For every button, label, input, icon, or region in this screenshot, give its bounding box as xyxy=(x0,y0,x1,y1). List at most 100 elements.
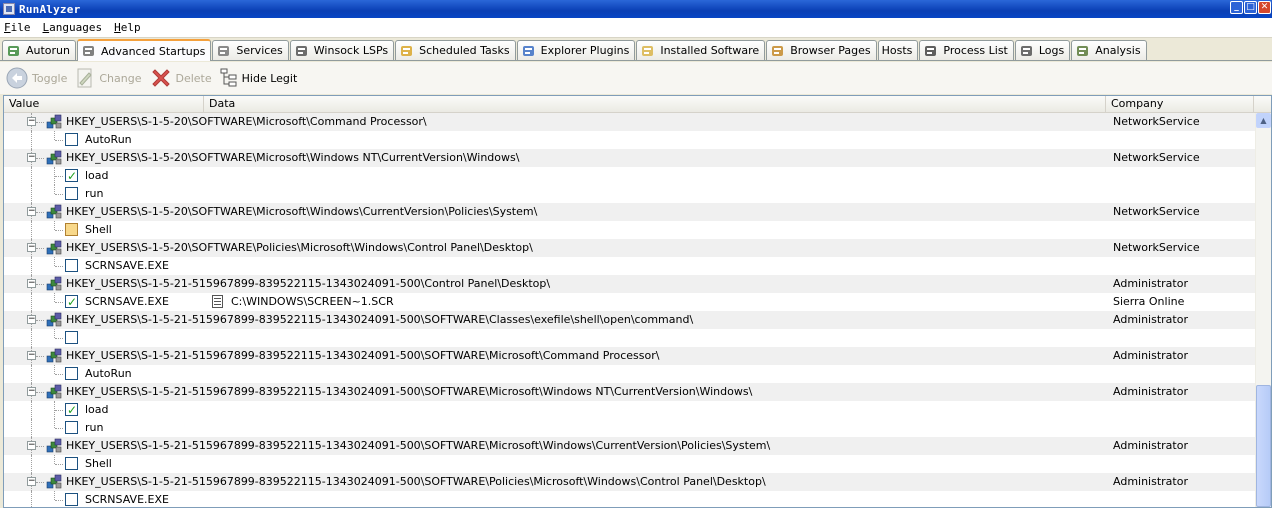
company-cell: NetworkService xyxy=(1113,115,1200,128)
column-header-value[interactable]: Value xyxy=(4,96,204,112)
maximize-button[interactable]: □ xyxy=(1244,1,1257,14)
tab-browser-pages[interactable]: Browser Pages xyxy=(766,40,877,60)
tab-logs[interactable]: Logs xyxy=(1014,40,1071,60)
registry-key-row[interactable]: − HKEY_USERS\S-1-5-20\SOFTWARE\Microsoft\… xyxy=(4,149,1256,167)
registry-value-row[interactable]: Shell xyxy=(4,221,1256,239)
registry-key-row[interactable]: − HKEY_USERS\S-1-5-20\SOFTWARE\Microsoft\… xyxy=(4,203,1256,221)
vertical-scrollbar[interactable]: ▲ xyxy=(1255,113,1271,507)
tree-line xyxy=(31,185,32,203)
delete-button[interactable]: Delete xyxy=(150,65,212,91)
registry-key-row[interactable]: − HKEY_USERS\S-1-5-20\SOFTWARE\Microsoft\… xyxy=(4,113,1256,131)
tree-line xyxy=(36,356,44,357)
tab-analysis[interactable]: Analysis xyxy=(1071,40,1147,60)
change-button[interactable]: Change xyxy=(75,65,142,91)
value-name: AutoRun xyxy=(85,367,132,380)
tab-scheduled-tasks[interactable]: Scheduled Tasks xyxy=(395,40,516,60)
collapse-toggle[interactable]: − xyxy=(27,153,36,162)
scheduled-tasks-icon xyxy=(399,44,415,58)
toggle-button[interactable]: Toggle xyxy=(6,65,67,91)
registry-key-icon xyxy=(46,150,63,166)
tab-process-list[interactable]: Process List xyxy=(919,40,1014,60)
enable-checkbox[interactable] xyxy=(65,331,78,344)
scroll-thumb[interactable] xyxy=(1256,385,1271,507)
registry-value-row[interactable]: load xyxy=(4,401,1256,419)
company-cell: NetworkService xyxy=(1113,151,1200,164)
collapse-toggle[interactable]: − xyxy=(27,351,36,360)
registry-value-row[interactable]: AutoRun xyxy=(4,365,1256,383)
collapse-toggle[interactable]: − xyxy=(27,207,36,216)
company-cell: Administrator xyxy=(1113,439,1188,452)
registry-key-row[interactable]: − HKEY_USERS\S-1-5-21-515967899-839522115… xyxy=(4,473,1256,491)
scroll-up-button[interactable]: ▲ xyxy=(1256,113,1271,128)
enable-checkbox[interactable] xyxy=(65,457,78,470)
collapse-toggle[interactable]: − xyxy=(27,387,36,396)
enable-checkbox[interactable] xyxy=(65,167,78,185)
tab-autorun[interactable]: Autorun xyxy=(2,40,77,60)
collapse-toggle[interactable]: − xyxy=(27,315,36,324)
registry-key-row[interactable]: − HKEY_USERS\S-1-5-21-515967899-839522115… xyxy=(4,437,1256,455)
startup-tree-grid[interactable]: Value Data Company − HKEY_USERS\S-1-5-20\… xyxy=(3,95,1272,508)
enable-checkbox[interactable] xyxy=(65,259,78,272)
registry-value-row[interactable]: load xyxy=(4,167,1256,185)
registry-key-path: HKEY_USERS\S-1-5-20\SOFTWARE\Policies\Mi… xyxy=(66,241,533,254)
collapse-toggle[interactable]: − xyxy=(27,477,36,486)
tab-label: Autorun xyxy=(26,44,71,57)
registry-value-row[interactable] xyxy=(4,329,1256,347)
registry-key-row[interactable]: − HKEY_USERS\S-1-5-20\SOFTWARE\Policies\M… xyxy=(4,239,1256,257)
enable-checkbox[interactable] xyxy=(65,421,78,434)
tree-line xyxy=(36,284,44,285)
tree-line xyxy=(54,293,55,302)
collapse-toggle[interactable]: − xyxy=(27,117,36,126)
enable-checkbox[interactable] xyxy=(65,223,78,236)
enable-checkbox[interactable] xyxy=(65,133,78,146)
collapse-toggle[interactable]: − xyxy=(27,243,36,252)
tree-line xyxy=(36,482,44,483)
registry-key-path: HKEY_USERS\S-1-5-21-515967899-839522115-… xyxy=(66,475,766,488)
tree-list-icon xyxy=(220,68,237,87)
registry-value-row[interactable]: SCRNSAVE.EXE xyxy=(4,491,1256,507)
registry-key-row[interactable]: − HKEY_USERS\S-1-5-21-515967899-839522115… xyxy=(4,275,1256,293)
enable-checkbox[interactable] xyxy=(65,493,78,506)
registry-value-row[interactable]: SCRNSAVE.EXE xyxy=(4,257,1256,275)
tree-line xyxy=(55,374,63,375)
menu-file[interactable]: File xyxy=(4,21,31,34)
column-header-company[interactable]: Company xyxy=(1106,96,1254,112)
tab-strip: Autorun Advanced Startups Services Winsock … xyxy=(0,39,1272,61)
enable-checkbox[interactable] xyxy=(65,187,78,200)
minimize-button[interactable]: _ xyxy=(1230,1,1243,14)
registry-value-row[interactable]: run xyxy=(4,185,1256,203)
collapse-toggle[interactable]: − xyxy=(27,441,36,450)
file-icon xyxy=(212,295,223,308)
menu-languages[interactable]: Languages xyxy=(43,21,103,34)
hide-legit-button[interactable]: Hide Legit xyxy=(220,65,297,91)
enable-checkbox[interactable] xyxy=(65,367,78,380)
registry-value-row[interactable]: Shell xyxy=(4,455,1256,473)
registry-key-row[interactable]: − HKEY_USERS\S-1-5-21-515967899-839522115… xyxy=(4,347,1256,365)
advanced-startups-icon xyxy=(81,44,97,58)
tab-services[interactable]: Services xyxy=(212,40,289,60)
tree-line xyxy=(54,329,55,338)
tree-line xyxy=(55,302,63,303)
window-controls: _ □ ✕ xyxy=(1230,1,1271,14)
tab-hosts[interactable]: Hosts xyxy=(877,40,919,60)
tab-explorer-plugins[interactable]: Explorer Plugins xyxy=(516,40,636,60)
registry-key-row[interactable]: − HKEY_USERS\S-1-5-21-515967899-839522115… xyxy=(4,311,1256,329)
registry-value-row[interactable]: run xyxy=(4,419,1256,437)
registry-value-row[interactable]: AutoRun xyxy=(4,131,1256,149)
registry-value-row[interactable]: SCRNSAVE.EXE C:\WINDOWS\SCREEN~1.SCR Sierr… xyxy=(4,293,1256,311)
column-header-data[interactable]: Data xyxy=(204,96,1106,112)
value-name: AutoRun xyxy=(85,133,132,146)
registry-key-row[interactable]: − HKEY_USERS\S-1-5-21-515967899-839522115… xyxy=(4,383,1256,401)
collapse-toggle[interactable]: − xyxy=(27,279,36,288)
tab-installed-software[interactable]: Installed Software xyxy=(636,40,766,60)
title-bar[interactable]: RunAlyzer _ □ ✕ xyxy=(0,0,1272,18)
tree-line xyxy=(55,410,63,411)
enable-checkbox[interactable] xyxy=(65,293,78,311)
tree-line xyxy=(31,167,32,185)
close-button[interactable]: ✕ xyxy=(1258,1,1271,14)
menu-help[interactable]: Help xyxy=(114,21,141,34)
tab-winsock-lsps[interactable]: Winsock LSPs xyxy=(289,40,395,60)
process-list-icon xyxy=(923,44,939,58)
tab-advanced-startups[interactable]: Advanced Startups xyxy=(77,39,212,61)
enable-checkbox[interactable] xyxy=(65,401,78,419)
